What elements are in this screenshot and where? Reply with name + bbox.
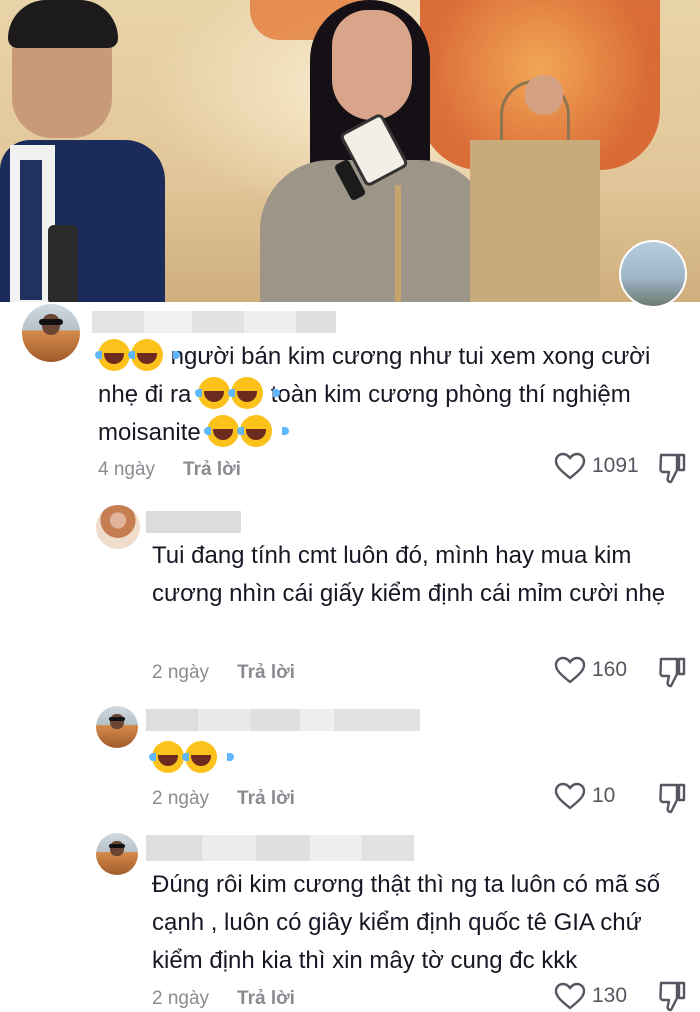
heart-outline-icon: [554, 782, 586, 810]
comment-age: 2 ngày: [152, 788, 210, 809]
laughing-emoji-icon: [128, 339, 180, 371]
like-count: 10: [592, 784, 616, 807]
reply-avatar[interactable]: [96, 505, 140, 549]
hand: [525, 75, 563, 115]
comment-avatar[interactable]: [22, 304, 80, 362]
reply-avatar[interactable]: [96, 833, 138, 875]
redacted-username[interactable]: [92, 311, 336, 333]
comment-meta: 2 ngày Trả lời: [152, 788, 295, 810]
like-button[interactable]: 130: [554, 982, 627, 1010]
comment-age: 4 ngày: [98, 459, 156, 480]
like-button[interactable]: 10: [554, 782, 615, 810]
reply-avatar[interactable]: [96, 706, 138, 748]
creator-avatar[interactable]: [619, 240, 687, 308]
comment-meta: 2 ngày Trả lời: [152, 988, 295, 1010]
heart-outline-icon: [554, 982, 586, 1010]
comment-meta: 4 ngày Trả lời: [98, 459, 241, 481]
guest-figure: [260, 0, 490, 302]
thumbs-down-icon[interactable]: [657, 980, 687, 1012]
heart-outline-icon: [554, 452, 586, 480]
reply-button[interactable]: Trả lời: [237, 788, 295, 810]
laughing-emoji-icon: [228, 377, 281, 409]
laughing-emoji-icon: [204, 415, 257, 447]
comment-text: Đúng rôi kim cương thật thì ng ta luôn c…: [152, 871, 661, 974]
paper-bag: [470, 140, 600, 302]
laughing-emoji-icon: [95, 339, 147, 371]
like-count: 160: [592, 658, 628, 681]
like-button[interactable]: 1091: [554, 452, 639, 480]
like-count: 1091: [592, 454, 639, 477]
reply-button[interactable]: Trả lời: [183, 459, 241, 481]
reply-button[interactable]: Trả lời: [237, 662, 295, 684]
thumbs-down-icon[interactable]: [657, 656, 687, 688]
reply-button[interactable]: Trả lời: [237, 988, 295, 1010]
comment-age: 2 ngày: [152, 988, 210, 1009]
laughing-emoji-icon: [237, 415, 290, 447]
heart-outline-icon: [554, 656, 586, 684]
thumbs-down-icon[interactable]: [657, 452, 687, 484]
comment-meta: 2 ngày Trả lời: [152, 662, 295, 684]
laughing-emoji-icon: [182, 741, 234, 773]
laughing-emoji-icon: [195, 377, 248, 409]
redacted-username[interactable]: [146, 709, 420, 731]
redacted-username[interactable]: [146, 835, 414, 861]
laughing-emoji-icon: [149, 741, 201, 773]
like-button[interactable]: 160: [554, 656, 627, 684]
comment-text: người bán kim cương như tui xem xong cườ…: [95, 338, 688, 452]
video-frame[interactable]: [0, 0, 700, 302]
thumbs-down-icon[interactable]: [657, 782, 687, 814]
comment-text: [149, 740, 700, 778]
comment-text: Tui đang tính cmt luôn đó, mình hay mua …: [152, 542, 666, 607]
redacted-username[interactable]: [146, 511, 241, 533]
like-count: 130: [592, 984, 628, 1007]
host-figure: [0, 0, 170, 302]
comment-age: 2 ngày: [152, 662, 210, 683]
